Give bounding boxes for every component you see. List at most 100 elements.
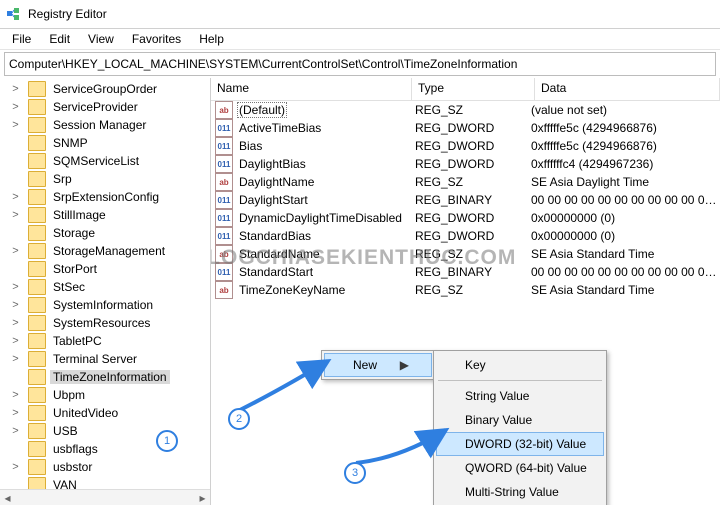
scroll-right-icon[interactable]: ▸ <box>195 490 210 505</box>
tree-item-label: TimeZoneInformation <box>50 370 170 384</box>
tree-item-ubpm[interactable]: >Ubpm <box>0 386 210 404</box>
address-bar[interactable] <box>4 52 716 76</box>
tree-item-stillimage[interactable]: >StillImage <box>0 206 210 224</box>
expand-icon[interactable]: > <box>10 407 21 419</box>
expand-icon[interactable]: > <box>10 389 21 401</box>
tree-item-usbstor[interactable]: >usbstor <box>0 458 210 476</box>
tree-item-srpextensionconfig[interactable]: >SrpExtensionConfig <box>0 188 210 206</box>
annotation-badge-1: 1 <box>156 430 178 452</box>
context-menu-new[interactable]: New ▶ <box>321 350 435 380</box>
tree-horizontal-scrollbar[interactable]: ◂ ▸ <box>0 489 210 505</box>
tree-item-stsec[interactable]: >StSec <box>0 278 210 296</box>
expand-icon[interactable]: > <box>10 461 21 473</box>
binary-value-icon: 011 <box>215 191 233 209</box>
value-type: REG_SZ <box>409 175 525 189</box>
string-value-icon: ab <box>215 281 233 299</box>
binary-value-icon: 011 <box>215 155 233 173</box>
folder-icon <box>28 117 46 133</box>
value-data: SE Asia Daylight Time <box>525 175 720 189</box>
value-name: DynamicDaylightTimeDisabled <box>237 211 404 225</box>
tree-item-storagemanagement[interactable]: >StorageManagement <box>0 242 210 260</box>
tree-item-storport[interactable]: StorPort <box>0 260 210 278</box>
tree-item-serviceprovider[interactable]: >ServiceProvider <box>0 98 210 116</box>
value-list: Name Type Data ab(Default)REG_SZ(value n… <box>211 78 720 505</box>
expand-icon[interactable]: > <box>10 245 21 257</box>
value-data: 00 00 00 00 00 00 00 00 00 00 00 00 00 0… <box>525 265 720 279</box>
tree-item-label: ServiceGroupOrder <box>50 82 160 96</box>
expand-icon[interactable]: > <box>10 299 21 311</box>
menu-file[interactable]: File <box>4 30 39 48</box>
value-row[interactable]: 011DynamicDaylightTimeDisabledREG_DWORD0… <box>211 209 720 227</box>
menu-item-qword-64-bit-value[interactable]: QWORD (64-bit) Value <box>436 456 604 480</box>
column-type[interactable]: Type <box>412 78 535 100</box>
folder-icon <box>28 297 46 313</box>
expand-icon[interactable]: > <box>10 119 21 131</box>
folder-icon <box>28 351 46 367</box>
expand-icon[interactable]: > <box>10 281 21 293</box>
tree-item-snmp[interactable]: SNMP <box>0 134 210 152</box>
menu-bar: File Edit View Favorites Help <box>0 29 720 50</box>
value-name: DaylightStart <box>237 193 310 207</box>
registry-tree[interactable]: > ServiceGroupOrder >ServiceProvider>Sessi… <box>0 78 211 505</box>
value-row[interactable]: 011DaylightBiasREG_DWORD0xffffffc4 (4294… <box>211 155 720 173</box>
context-submenu-new[interactable]: Key String ValueBinary ValueDWORD (32-bit… <box>433 350 607 505</box>
tree-item-tabletpc[interactable]: >TabletPC <box>0 332 210 350</box>
value-row[interactable]: 011StandardBiasREG_DWORD0x00000000 (0) <box>211 227 720 245</box>
tree-item-systemresources[interactable]: >SystemResources <box>0 314 210 332</box>
tree-item-storage[interactable]: Storage <box>0 224 210 242</box>
value-row[interactable]: abDaylightNameREG_SZSE Asia Daylight Tim… <box>211 173 720 191</box>
tree-item-usbflags[interactable]: usbflags <box>0 440 210 458</box>
value-row[interactable]: 011DaylightStartREG_BINARY00 00 00 00 00… <box>211 191 720 209</box>
value-row[interactable]: 011BiasREG_DWORD0xfffffe5c (4294966876) <box>211 137 720 155</box>
tree-item-srp[interactable]: Srp <box>0 170 210 188</box>
column-name[interactable]: Name <box>211 78 412 100</box>
value-type: REG_SZ <box>409 247 525 261</box>
value-row[interactable]: abStandardNameREG_SZSE Asia Standard Tim… <box>211 245 720 263</box>
value-type: REG_DWORD <box>409 211 525 225</box>
column-data[interactable]: Data <box>535 78 720 100</box>
expand-icon[interactable]: > <box>10 191 21 203</box>
tree-item-usb[interactable]: >USB <box>0 422 210 440</box>
tree-item-systeminformation[interactable]: >SystemInformation <box>0 296 210 314</box>
scroll-left-icon[interactable]: ◂ <box>0 490 15 505</box>
value-data: 0xfffffe5c (4294966876) <box>525 121 720 135</box>
value-type: REG_DWORD <box>409 157 525 171</box>
menu-edit[interactable]: Edit <box>41 30 78 48</box>
folder-icon <box>28 243 46 259</box>
value-name: StandardStart <box>237 265 315 279</box>
value-name: ActiveTimeBias <box>237 121 323 135</box>
expand-icon[interactable]: > <box>10 335 21 347</box>
menu-help[interactable]: Help <box>191 30 232 48</box>
value-row[interactable]: 011ActiveTimeBiasREG_DWORD0xfffffe5c (42… <box>211 119 720 137</box>
menu-item-dword-32-bit-value[interactable]: DWORD (32-bit) Value <box>436 432 604 456</box>
expand-icon[interactable]: > <box>10 209 21 221</box>
value-row[interactable]: 011StandardStartREG_BINARY00 00 00 00 00… <box>211 263 720 281</box>
menu-item-new[interactable]: New ▶ <box>324 353 432 377</box>
menu-item-key[interactable]: Key <box>436 353 604 377</box>
expand-icon[interactable]: > <box>10 425 21 437</box>
menu-view[interactable]: View <box>80 30 122 48</box>
expand-icon[interactable]: > <box>10 317 21 329</box>
menu-item-multi-string-value[interactable]: Multi-String Value <box>436 480 604 504</box>
tree-item-label: SNMP <box>50 136 91 150</box>
expand-icon[interactable]: > <box>10 83 21 95</box>
menu-favorites[interactable]: Favorites <box>124 30 189 48</box>
binary-value-icon: 011 <box>215 227 233 245</box>
tree-item-servicegrouporder[interactable]: > ServiceGroupOrder <box>0 80 210 98</box>
address-input[interactable] <box>5 55 715 73</box>
menu-item-binary-value[interactable]: Binary Value <box>436 408 604 432</box>
menu-separator <box>438 380 602 381</box>
tree-item-timezoneinformation[interactable]: TimeZoneInformation <box>0 368 210 386</box>
menu-item-string-value[interactable]: String Value <box>436 384 604 408</box>
expand-icon[interactable]: > <box>10 353 21 365</box>
value-row[interactable]: abTimeZoneKeyNameREG_SZSE Asia Standard … <box>211 281 720 299</box>
value-row[interactable]: ab(Default)REG_SZ(value not set) <box>211 101 720 119</box>
expand-icon[interactable]: > <box>10 101 21 113</box>
tree-item-session-manager[interactable]: >Session Manager <box>0 116 210 134</box>
value-name: StandardBias <box>237 229 313 243</box>
folder-icon <box>28 261 46 277</box>
tree-item-terminal-server[interactable]: >Terminal Server <box>0 350 210 368</box>
submenu-arrow-icon: ▶ <box>400 358 409 372</box>
tree-item-sqmservicelist[interactable]: SQMServiceList <box>0 152 210 170</box>
tree-item-unitedvideo[interactable]: >UnitedVideo <box>0 404 210 422</box>
